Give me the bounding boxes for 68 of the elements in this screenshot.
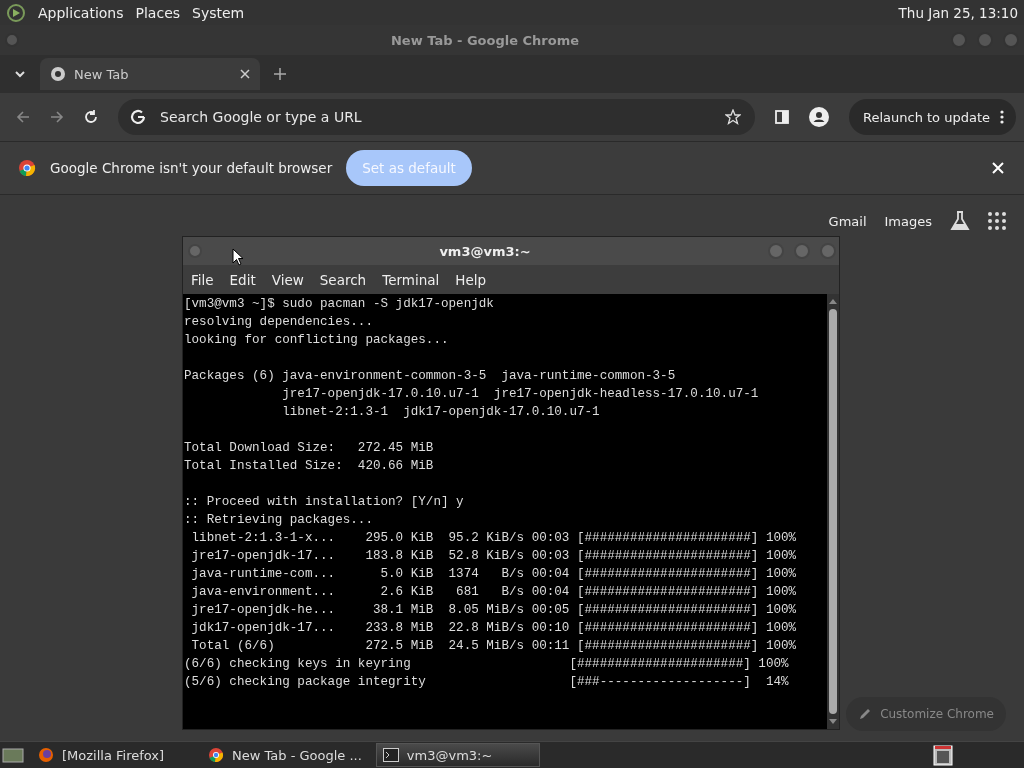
terminal-line: libnet-2:1.3-1-x... 295.0 KiB 95.2 KiB/s 00:03 [######################] 100%: [190, 530, 797, 547]
pencil-icon: [858, 707, 873, 721]
close-icon[interactable]: [992, 162, 1004, 174]
terminal-line: Total (6/6) 272.5 MiB 24.5 MiB/s 00:11 [######################] 100%: [190, 638, 797, 655]
terminal-line: Total Installed Size: 420.66 MiB: [184, 458, 434, 475]
address-bar[interactable]: Search Google or type a URL: [118, 99, 755, 135]
google-icon: [130, 109, 146, 125]
terminal-line: (6/6) checking keys in keyring [######################] 100%: [184, 656, 789, 673]
taskbar-item[interactable]: [Mozilla Firefox]: [32, 744, 194, 766]
relaunch-button[interactable]: Relaunch to update: [849, 99, 1016, 135]
more-icon[interactable]: [1000, 109, 1004, 125]
new-tab-icon[interactable]: [274, 68, 286, 80]
terminal-line: java-runtime-com... 5.0 KiB 1374 B/s 00:04 [######################] 100%: [190, 566, 797, 583]
terminal-line: resolving dependencies...: [184, 314, 373, 331]
terminal-line: jre17-openjdk-he... 38.1 MiB 8.05 MiB/s 00:05 [######################] 100%: [190, 602, 797, 619]
window-title: vm3@vm3:~: [439, 243, 531, 259]
menu-item[interactable]: Terminal: [374, 271, 448, 288]
tab-list-icon[interactable]: [14, 68, 26, 80]
show-desktop-icon[interactable]: [2, 746, 24, 764]
address-input[interactable]: Search Google or type a URL: [158, 108, 713, 126]
logo-icon[interactable]: [6, 2, 26, 23]
scrollbar[interactable]: [827, 294, 839, 729]
firefox-icon: [38, 747, 54, 763]
ntp-link[interactable]: Images: [884, 213, 932, 229]
terminal-line: (5/6) checking package integrity [###-------------------] 14%: [184, 674, 789, 691]
terminal-line: :: Retrieving packages...: [184, 512, 373, 529]
chrome-icon: [208, 747, 224, 763]
forward-icon[interactable]: [50, 110, 64, 124]
clock[interactable]: Thu Jan 25, 13:10: [898, 4, 1018, 21]
menu-item[interactable]: File: [183, 271, 222, 288]
menu-item[interactable]: Search: [311, 271, 375, 288]
panel-menu[interactable]: Places: [135, 4, 181, 21]
flask-icon[interactable]: [950, 211, 970, 231]
taskbar-item[interactable]: New Tab - Google ...: [202, 744, 368, 766]
terminal-line: [vm3@vm3 ~]$ sudo pacman -S jdk17-openjdk: [184, 296, 494, 313]
terminal-line: jre17-openjdk-17... 183.8 KiB 52.8 KiB/s 00:03 [######################] 100%: [190, 548, 797, 565]
mouse-cursor-icon: [232, 248, 244, 266]
profile-icon[interactable]: [809, 107, 829, 127]
ntp-link[interactable]: Gmail: [828, 213, 867, 229]
window-title: New Tab - Google Chrome: [390, 32, 580, 48]
customize-chrome-button[interactable]: Customize Chrome: [846, 697, 1006, 731]
terminal-line: libnet-2:1.3-1 jdk17-openjdk-17.0.10.u7-1: [281, 404, 600, 421]
terminal-line: Packages (6) java-environment-common-3-5 java-runtime-common-3-5: [184, 368, 676, 385]
apps-grid-icon[interactable]: [988, 212, 1006, 230]
side-panel-icon[interactable]: [775, 110, 789, 124]
scroll-down-icon[interactable]: [828, 718, 838, 726]
close-tab-icon[interactable]: [240, 69, 250, 79]
back-icon[interactable]: [16, 110, 30, 124]
chrome-icon: [18, 159, 36, 177]
star-icon[interactable]: [725, 109, 741, 125]
panel-menu[interactable]: System: [192, 4, 245, 21]
infobar-message: Google Chrome isn't your default browser: [50, 160, 333, 176]
menu-item[interactable]: Help: [447, 271, 495, 288]
terminal-icon: [382, 748, 399, 762]
reload-icon[interactable]: [84, 110, 98, 124]
chrome-icon: [50, 66, 66, 82]
terminal-line: looking for conflicting packages...: [184, 332, 449, 349]
terminal-line: java-environment... 2.6 KiB 681 B/s 00:04 [######################] 100%: [190, 584, 797, 601]
scroll-up-icon[interactable]: [828, 297, 838, 305]
terminal-line: :: Proceed with installation? [Y/n] y: [184, 494, 464, 511]
menu-item[interactable]: Edit: [221, 271, 264, 288]
taskbar-item[interactable]: vm3@vm3:~: [375, 743, 540, 767]
terminal-line: jdk17-openjdk-17... 233.8 MiB 22.8 MiB/s 00:10 [######################] 100%: [190, 620, 797, 637]
browser-tab[interactable]: New Tab: [40, 58, 260, 90]
terminal-line: Total Download Size: 272.45 MiB: [184, 440, 434, 457]
terminal-line: jre17-openjdk-17.0.10.u7-1 jre17-openjdk-headless-17.0.10.u7-1: [281, 386, 759, 403]
menu-item[interactable]: View: [263, 271, 312, 288]
panel-menu[interactable]: Applications: [38, 4, 124, 21]
